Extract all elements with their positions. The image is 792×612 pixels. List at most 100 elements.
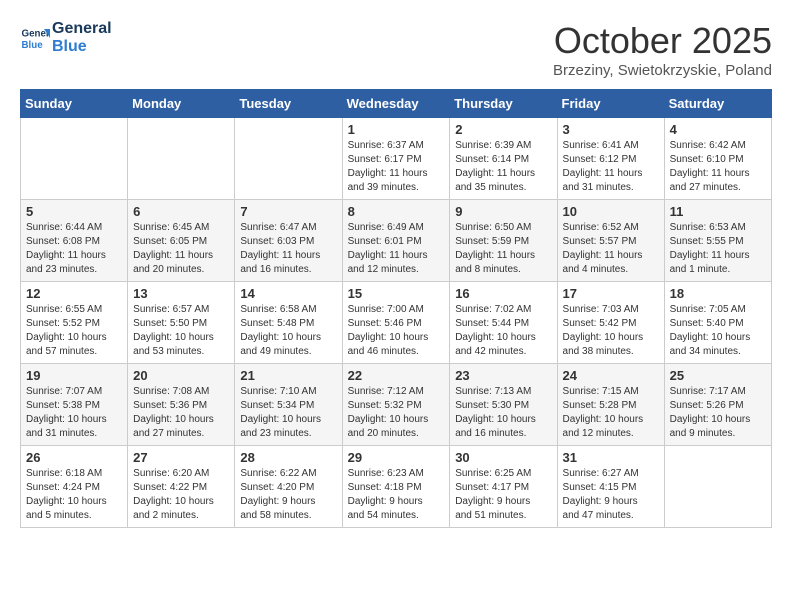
calendar-cell: 24 Sunrise: 7:15 AM Sunset: 5:28 PM Dayli…	[557, 364, 664, 446]
day-info: Sunrise: 6:44 AM Sunset: 6:08 PM Dayligh…	[26, 221, 122, 277]
calendar-cell: 11 Sunrise: 6:53 AM Sunset: 5:55 PM Dayli…	[664, 200, 771, 282]
day-number: 17	[563, 286, 659, 301]
calendar-cell: 17 Sunrise: 7:03 AM Sunset: 5:42 PM Dayli…	[557, 282, 664, 364]
day-number: 10	[563, 204, 659, 219]
calendar-cell: 7 Sunrise: 6:47 AM Sunset: 6:03 PM Daylig…	[235, 200, 342, 282]
day-number: 18	[670, 286, 766, 301]
day-info: Sunrise: 7:08 AM Sunset: 5:36 PM Dayligh…	[133, 385, 229, 441]
calendar-week-3: 12Sunrise: 6:55 AM Sunset: 5:52 PM Dayli…	[21, 282, 772, 364]
day-info: Sunrise: 6:58 AM Sunset: 5:48 PM Dayligh…	[240, 303, 336, 359]
day-info: Sunrise: 6:42 AM Sunset: 6:10 PM Dayligh…	[670, 139, 766, 195]
day-number: 8	[348, 204, 445, 219]
day-info: Sunrise: 6:18 AM Sunset: 4:24 PM Dayligh…	[26, 467, 122, 523]
day-number: 23	[455, 368, 551, 383]
day-info: Sunrise: 6:50 AM Sunset: 5:59 PM Dayligh…	[455, 221, 551, 277]
day-info: Sunrise: 6:41 AM Sunset: 6:12 PM Dayligh…	[563, 139, 659, 195]
day-number: 22	[348, 368, 445, 383]
calendar-cell: 6 Sunrise: 6:45 AM Sunset: 6:05 PM Daylig…	[128, 200, 235, 282]
day-info: Sunrise: 7:00 AM Sunset: 5:46 PM Dayligh…	[348, 303, 445, 359]
calendar-cell: 13 Sunrise: 6:57 AM Sunset: 5:50 PM Dayli…	[128, 282, 235, 364]
day-number: 25	[670, 368, 766, 383]
calendar-cell: 16Sunrise: 7:02 AM Sunset: 5:44 PM Dayli…	[450, 282, 557, 364]
calendar-cell: 28 Sunrise: 6:22 AM Sunset: 4:20 PM Dayli…	[235, 446, 342, 528]
day-number: 9	[455, 204, 551, 219]
day-info: Sunrise: 6:45 AM Sunset: 6:05 PM Dayligh…	[133, 221, 229, 277]
day-info: Sunrise: 7:02 AM Sunset: 5:44 PM Dayligh…	[455, 303, 551, 359]
calendar-cell	[128, 118, 235, 200]
day-number: 2	[455, 122, 551, 137]
day-info: Sunrise: 6:27 AM Sunset: 4:15 PM Dayligh…	[563, 467, 659, 523]
calendar-cell: 25 Sunrise: 7:17 AM Sunset: 5:26 PM Dayli…	[664, 364, 771, 446]
calendar-cell: 5 Sunrise: 6:44 AM Sunset: 6:08 PM Daylig…	[21, 200, 128, 282]
calendar-cell	[664, 446, 771, 528]
month-title: October 2025	[553, 20, 772, 62]
day-number: 27	[133, 450, 229, 465]
calendar-cell: 10 Sunrise: 6:52 AM Sunset: 5:57 PM Dayli…	[557, 200, 664, 282]
day-number: 11	[670, 204, 766, 219]
header-monday: Monday	[128, 90, 235, 118]
day-info: Sunrise: 7:17 AM Sunset: 5:26 PM Dayligh…	[670, 385, 766, 441]
day-number: 1	[348, 122, 445, 137]
day-info: Sunrise: 6:39 AM Sunset: 6:14 PM Dayligh…	[455, 139, 551, 195]
day-info: Sunrise: 6:22 AM Sunset: 4:20 PM Dayligh…	[240, 467, 336, 523]
day-number: 29	[348, 450, 445, 465]
calendar-cell: 8Sunrise: 6:49 AM Sunset: 6:01 PM Daylig…	[342, 200, 450, 282]
logo-general: General	[52, 20, 112, 38]
day-info: Sunrise: 7:13 AM Sunset: 5:30 PM Dayligh…	[455, 385, 551, 441]
logo-blue: Blue	[52, 38, 112, 56]
day-number: 5	[26, 204, 122, 219]
calendar-cell: 19 Sunrise: 7:07 AM Sunset: 5:38 PM Dayli…	[21, 364, 128, 446]
day-number: 31	[563, 450, 659, 465]
calendar-week-4: 19 Sunrise: 7:07 AM Sunset: 5:38 PM Dayli…	[21, 364, 772, 446]
day-info: Sunrise: 7:03 AM Sunset: 5:42 PM Dayligh…	[563, 303, 659, 359]
day-info: Sunrise: 6:47 AM Sunset: 6:03 PM Dayligh…	[240, 221, 336, 277]
day-number: 6	[133, 204, 229, 219]
day-info: Sunrise: 7:07 AM Sunset: 5:38 PM Dayligh…	[26, 385, 122, 441]
day-info: Sunrise: 7:10 AM Sunset: 5:34 PM Dayligh…	[240, 385, 336, 441]
calendar-cell: 15Sunrise: 7:00 AM Sunset: 5:46 PM Dayli…	[342, 282, 450, 364]
day-info: Sunrise: 6:53 AM Sunset: 5:55 PM Dayligh…	[670, 221, 766, 277]
calendar-cell: 3 Sunrise: 6:41 AM Sunset: 6:12 PM Daylig…	[557, 118, 664, 200]
day-number: 3	[563, 122, 659, 137]
calendar-cell: 14Sunrise: 6:58 AM Sunset: 5:48 PM Dayli…	[235, 282, 342, 364]
header-saturday: Saturday	[664, 90, 771, 118]
calendar-cell: 31 Sunrise: 6:27 AM Sunset: 4:15 PM Dayli…	[557, 446, 664, 528]
title-block: October 2025 Brzeziny, Swietokrzyskie, P…	[553, 20, 772, 79]
calendar-week-1: 1Sunrise: 6:37 AM Sunset: 6:17 PM Daylig…	[21, 118, 772, 200]
header: General Blue General Blue October 2025 B…	[20, 20, 772, 79]
calendar-cell: 30 Sunrise: 6:25 AM Sunset: 4:17 PM Dayli…	[450, 446, 557, 528]
page: General Blue General Blue October 2025 B…	[0, 0, 792, 538]
calendar-header-row: Sunday Monday Tuesday Wednesday Thursday…	[21, 90, 772, 118]
calendar-cell: 12Sunrise: 6:55 AM Sunset: 5:52 PM Dayli…	[21, 282, 128, 364]
calendar-cell: 29 Sunrise: 6:23 AM Sunset: 4:18 PM Dayli…	[342, 446, 450, 528]
header-thursday: Thursday	[450, 90, 557, 118]
calendar-cell: 22 Sunrise: 7:12 AM Sunset: 5:32 PM Dayli…	[342, 364, 450, 446]
day-number: 28	[240, 450, 336, 465]
day-info: Sunrise: 7:05 AM Sunset: 5:40 PM Dayligh…	[670, 303, 766, 359]
calendar-cell: 23 Sunrise: 7:13 AM Sunset: 5:30 PM Dayli…	[450, 364, 557, 446]
calendar-cell: 18 Sunrise: 7:05 AM Sunset: 5:40 PM Dayli…	[664, 282, 771, 364]
logo: General Blue General Blue	[20, 20, 112, 55]
day-info: Sunrise: 6:57 AM Sunset: 5:50 PM Dayligh…	[133, 303, 229, 359]
day-number: 19	[26, 368, 122, 383]
svg-text:Blue: Blue	[22, 39, 44, 50]
calendar-cell	[21, 118, 128, 200]
day-info: Sunrise: 6:25 AM Sunset: 4:17 PM Dayligh…	[455, 467, 551, 523]
header-tuesday: Tuesday	[235, 90, 342, 118]
day-number: 7	[240, 204, 336, 219]
day-info: Sunrise: 7:12 AM Sunset: 5:32 PM Dayligh…	[348, 385, 445, 441]
calendar-cell	[235, 118, 342, 200]
calendar-table: Sunday Monday Tuesday Wednesday Thursday…	[20, 89, 772, 528]
calendar-week-2: 5 Sunrise: 6:44 AM Sunset: 6:08 PM Daylig…	[21, 200, 772, 282]
day-number: 24	[563, 368, 659, 383]
calendar-cell: 20Sunrise: 7:08 AM Sunset: 5:36 PM Dayli…	[128, 364, 235, 446]
day-info: Sunrise: 7:15 AM Sunset: 5:28 PM Dayligh…	[563, 385, 659, 441]
calendar-cell: 4Sunrise: 6:42 AM Sunset: 6:10 PM Daylig…	[664, 118, 771, 200]
day-info: Sunrise: 6:52 AM Sunset: 5:57 PM Dayligh…	[563, 221, 659, 277]
day-number: 13	[133, 286, 229, 301]
day-number: 21	[240, 368, 336, 383]
day-number: 30	[455, 450, 551, 465]
day-info: Sunrise: 6:23 AM Sunset: 4:18 PM Dayligh…	[348, 467, 445, 523]
day-number: 12	[26, 286, 122, 301]
logo-icon: General Blue	[20, 23, 50, 53]
